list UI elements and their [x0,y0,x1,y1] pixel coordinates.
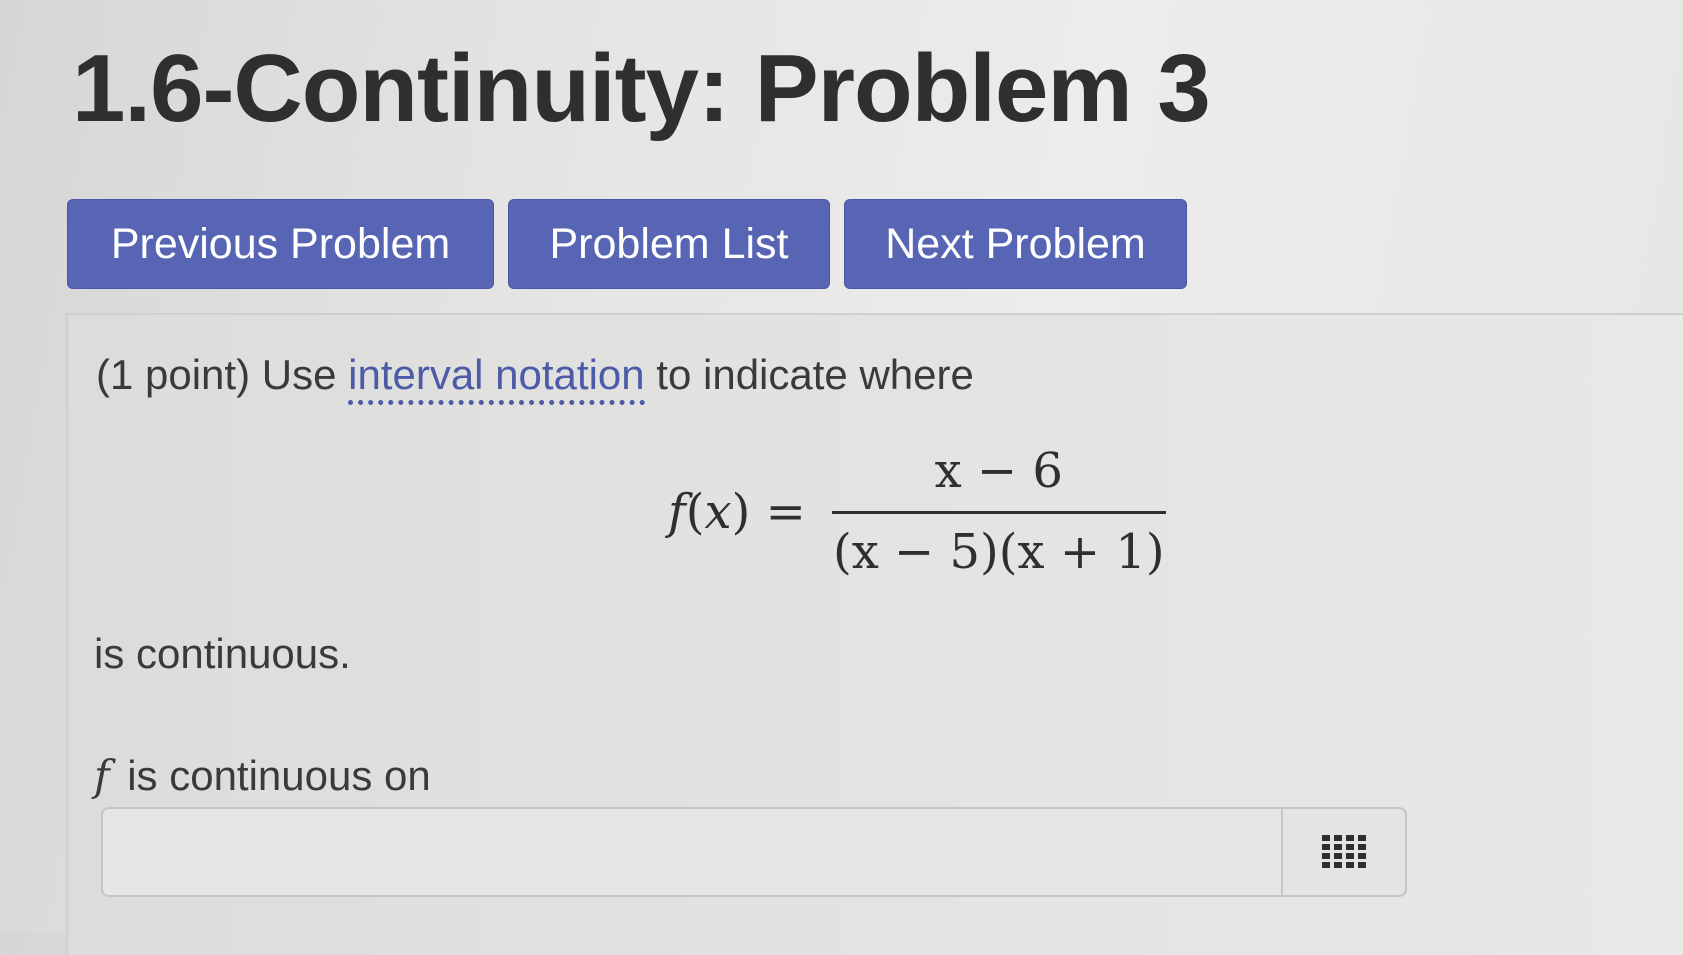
formula-fraction: x − 6 (x − 5)(x + 1) [831,443,1166,580]
problem-navigation: Previous Problem Problem List Next Probl… [67,199,1187,289]
page-title: 1.6-Continuity: Problem 3 [72,35,1211,142]
answer-label-text: is continuous on [127,752,431,799]
interval-notation-link[interactable]: interval notation [348,351,645,405]
intro-suffix: to indicate where [644,351,974,398]
problem-panel: (1 point) Use interval notation to indic… [66,313,1683,955]
formula-func-name: f [668,483,686,540]
equation-palette-button[interactable] [1281,809,1405,895]
answer-function-var: f [94,751,110,800]
function-formula: f(x) = x − 6 (x − 5)(x + 1) [668,443,1166,580]
previous-problem-button[interactable]: Previous Problem [67,199,494,289]
answer-box [101,807,1407,897]
problem-list-button[interactable]: Problem List [508,199,830,289]
formula-lhs: f(x) = [668,483,806,540]
intro-prefix: (1 point) Use [96,351,349,398]
formula-numerator: x − 6 [934,443,1063,499]
formula-func-arg: x [704,483,732,540]
answer-label: f is continuous on [94,751,431,800]
formula-denominator: (x − 5)(x + 1) [832,524,1165,580]
grid-palette-icon [1322,835,1366,868]
answer-input[interactable] [103,809,1281,895]
next-problem-button[interactable]: Next Problem [844,199,1187,289]
continuous-statement: is continuous. [94,630,351,677]
problem-intro: (1 point) Use interval notation to indic… [96,351,974,405]
